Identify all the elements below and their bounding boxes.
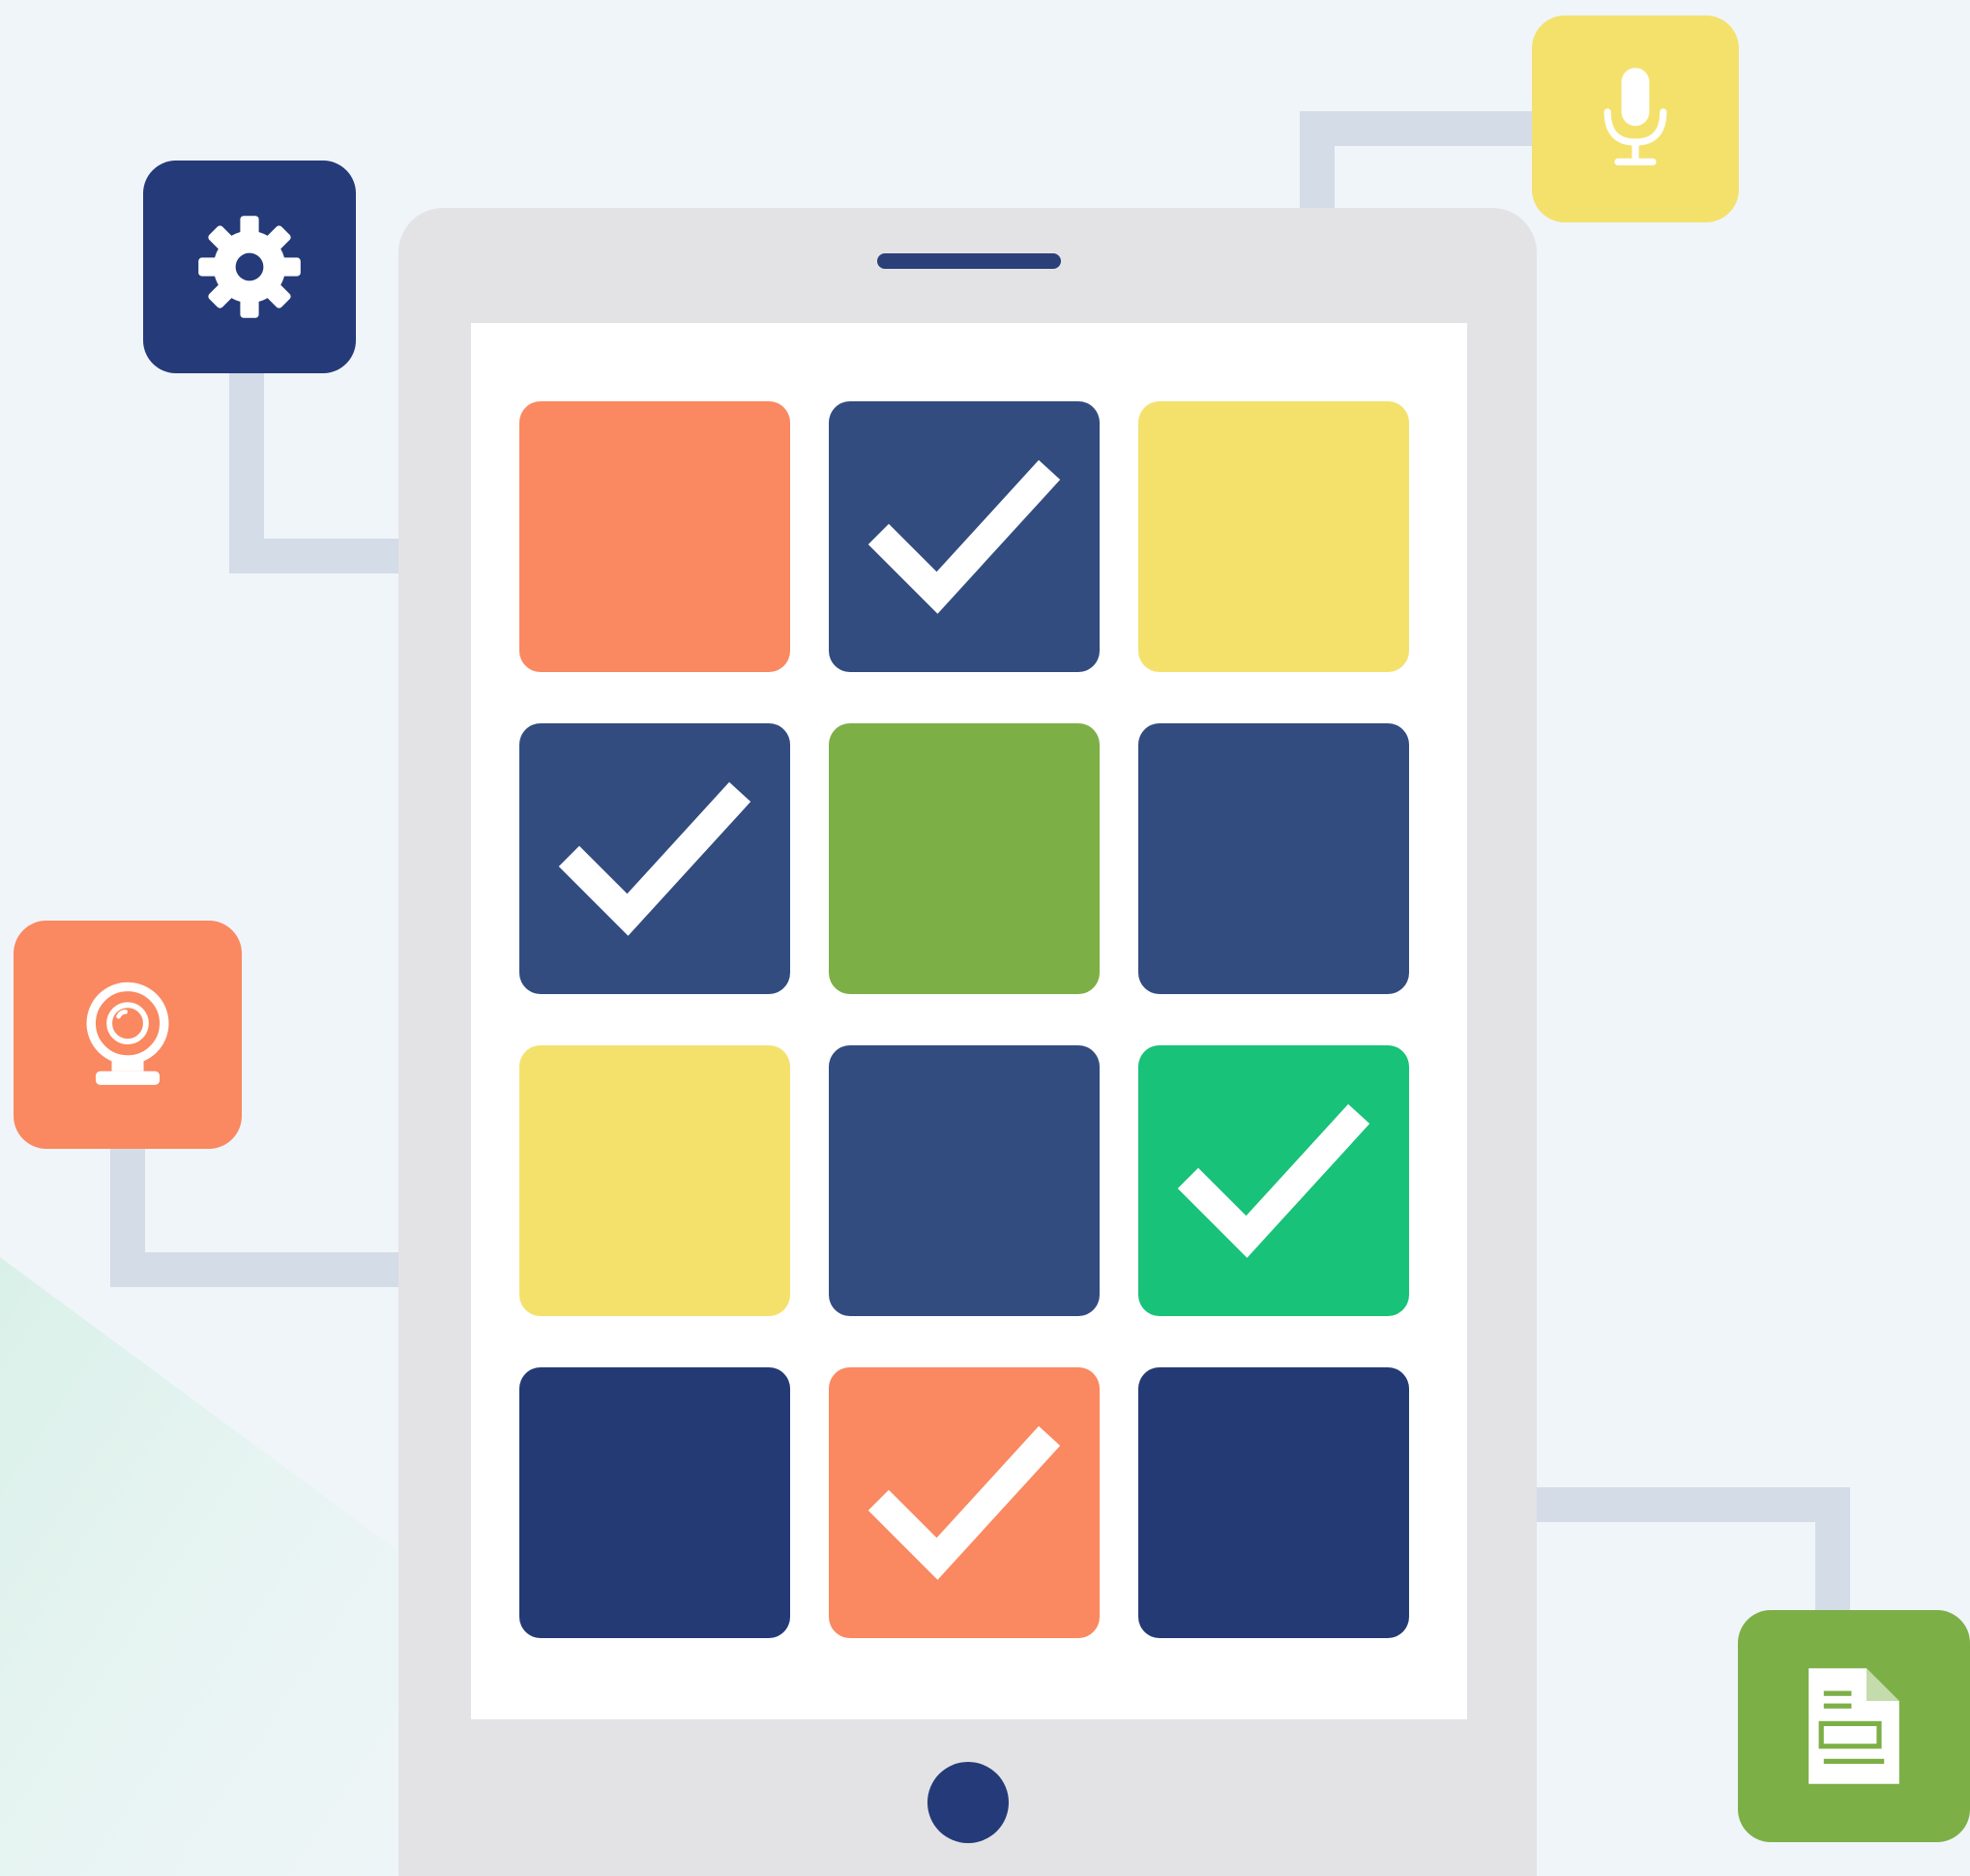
webcam-app-icon[interactable] <box>14 921 242 1149</box>
checkmark-icon <box>1177 1103 1370 1258</box>
gear-icon <box>198 216 301 318</box>
tile-2-1[interactable] <box>519 723 790 994</box>
document-icon <box>1808 1668 1899 1784</box>
tile-2-2[interactable] <box>829 723 1100 994</box>
checkmark-icon <box>558 781 751 936</box>
tile-2-3[interactable] <box>1138 723 1409 994</box>
tile-1-3[interactable] <box>1138 401 1409 672</box>
tile-4-3[interactable] <box>1138 1367 1409 1638</box>
tile-3-3[interactable] <box>1138 1045 1409 1316</box>
tile-3-2[interactable] <box>829 1045 1100 1316</box>
microphone-app-icon[interactable] <box>1532 15 1739 222</box>
tile-4-1[interactable] <box>519 1367 790 1638</box>
checkmark-icon <box>867 1425 1061 1580</box>
settings-app-icon[interactable] <box>143 161 356 373</box>
webcam-icon <box>86 982 169 1085</box>
tile-1-2[interactable] <box>829 401 1100 672</box>
checkmark-icon <box>867 459 1061 614</box>
tile-3-1[interactable] <box>519 1045 790 1316</box>
tablet-speaker <box>877 253 1061 269</box>
home-button[interactable] <box>927 1762 1009 1843</box>
document-app-icon[interactable] <box>1738 1610 1970 1842</box>
microphone-icon <box>1603 68 1667 165</box>
tile-4-2[interactable] <box>829 1367 1100 1638</box>
tile-1-1[interactable] <box>519 401 790 672</box>
